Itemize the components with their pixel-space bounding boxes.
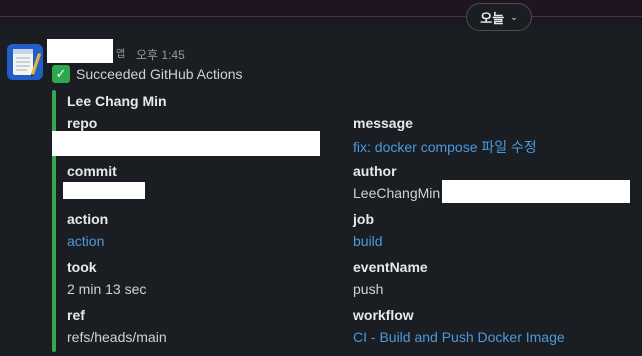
field-value-message-link[interactable]: fix: docker compose 파일 수정	[353, 137, 537, 157]
attachment-author: Lee Chang Min	[67, 93, 167, 109]
field-title-eventname: eventName	[353, 259, 428, 275]
white-check-mark-icon: ✓	[52, 65, 70, 83]
field-title-repo: repo	[67, 115, 98, 131]
field-title-author: author	[353, 163, 397, 179]
author-value-redacted	[442, 180, 630, 203]
field-value-ref: refs/heads/main	[67, 329, 167, 345]
field-value-took: 2 min 13 sec	[67, 281, 147, 297]
field-value-author: LeeChangMin	[353, 185, 441, 201]
message-timestamp[interactable]: 오후 1:45	[136, 46, 185, 63]
sender-name-redacted[interactable]	[47, 39, 113, 63]
field-value-job-link[interactable]: build	[353, 233, 383, 249]
field-title-message: message	[353, 115, 413, 131]
app-badge: 앱	[116, 49, 126, 60]
commit-value-redacted	[63, 182, 145, 199]
field-title-action: action	[67, 211, 109, 227]
field-value-eventname: push	[353, 281, 384, 297]
date-divider-line	[0, 16, 642, 17]
date-label: 오늘	[480, 10, 505, 26]
notepad-app-icon[interactable]	[7, 44, 43, 80]
top-bar	[0, 0, 642, 24]
field-value-workflow-link[interactable]: CI - Build and Push Docker Image	[353, 329, 565, 345]
field-title-job: job	[353, 211, 374, 227]
field-title-workflow: workflow	[353, 307, 414, 323]
repo-value-redacted	[52, 131, 320, 156]
field-title-commit: commit	[67, 163, 117, 179]
date-divider-button[interactable]: 오늘 ⌄	[466, 3, 532, 31]
attachment-color-bar	[52, 90, 56, 352]
status-text: Succeeded GitHub Actions	[76, 66, 243, 82]
chevron-down-icon: ⌄	[510, 11, 518, 22]
field-title-took: took	[67, 259, 97, 275]
field-title-ref: ref	[67, 307, 85, 323]
field-value-action-link[interactable]: action	[67, 233, 104, 249]
